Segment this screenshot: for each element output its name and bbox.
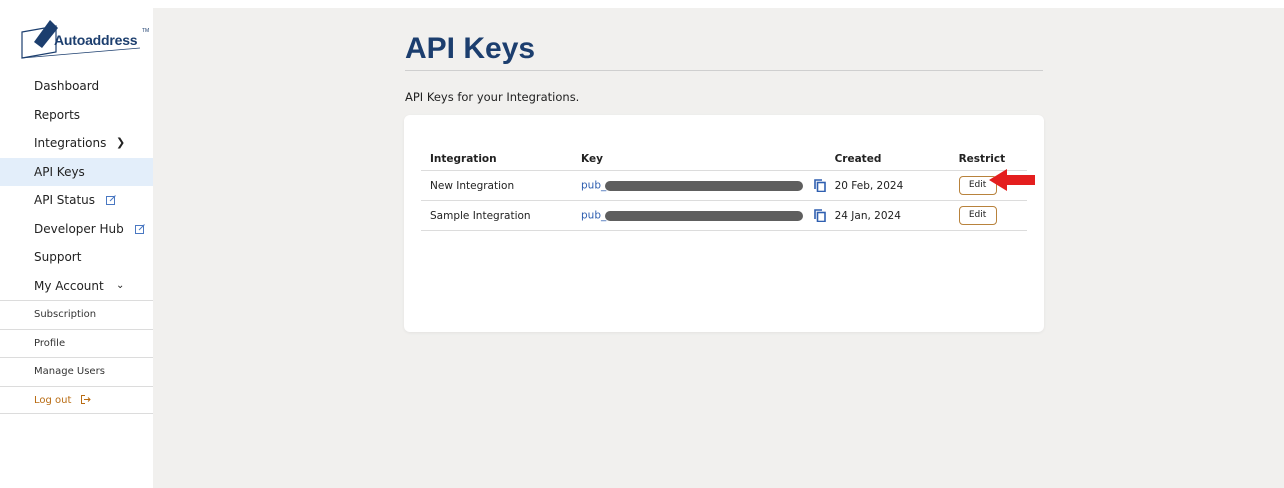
sidebar-item-label: API Status	[34, 193, 96, 207]
sidebar-item-my-account[interactable]: My Account ⌄	[0, 272, 153, 301]
api-key-masked	[605, 210, 804, 221]
page-subtitle: API Keys for your Integrations.	[405, 90, 580, 104]
sidebar-item-label: My Account	[34, 278, 104, 293]
chevron-right-icon: ❯	[116, 136, 126, 149]
external-link-icon	[134, 223, 145, 234]
api-key-cell: pub_	[572, 170, 826, 201]
api-key-cell: pub_	[572, 200, 826, 231]
api-key-prefix: pub_	[581, 179, 607, 192]
table-row: Sample Integration pub_ 24 Jan, 2024 Edi…	[421, 200, 1027, 231]
copy-icon[interactable]	[813, 179, 826, 192]
sidebar-item-reports[interactable]: Reports	[0, 101, 153, 130]
column-header-created: Created	[825, 148, 950, 171]
sidebar-item-label: Subscription	[34, 309, 97, 320]
api-keys-card: Integration Key Created Restrict New Int…	[404, 115, 1044, 332]
copy-icon[interactable]	[813, 209, 826, 222]
external-link-icon	[105, 195, 116, 205]
sidebar-item-developer-hub[interactable]: Developer Hub	[0, 215, 153, 244]
sidebar-item-dashboard[interactable]: Dashboard	[0, 72, 153, 101]
sidebar-item-api-keys[interactable]: API Keys	[0, 157, 153, 186]
sidebar-item-label: Support	[34, 250, 82, 264]
sidebar-item-label: Manage Users	[34, 366, 105, 377]
column-header-key: Key	[572, 148, 826, 171]
brand-name: Autoaddress	[54, 32, 138, 48]
sidebar: Autoaddress TM Dashboard Reports Integra…	[0, 0, 153, 488]
annotation-arrow-icon	[989, 169, 1035, 191]
sidebar-item-integrations[interactable]: Integrations ❯	[0, 129, 153, 158]
main-content: API Keys API Keys for your Integrations.…	[153, 8, 1284, 488]
sidebar-item-label: Profile	[34, 337, 66, 349]
title-divider	[405, 70, 1043, 71]
api-key-masked	[605, 180, 804, 191]
sidebar-item-profile[interactable]: Profile	[0, 328, 153, 358]
brand-trademark: TM	[142, 28, 150, 34]
column-header-integration: Integration	[421, 148, 572, 171]
sidebar-item-subscription[interactable]: Subscription	[0, 300, 153, 329]
sidebar-item-label: Dashboard	[34, 79, 100, 93]
sidebar-item-manage-users[interactable]: Manage Users	[0, 357, 153, 386]
page-title: API Keys	[405, 32, 536, 65]
edit-button[interactable]: Edit	[958, 206, 997, 225]
sidebar-item-api-status[interactable]: API Status	[0, 186, 153, 215]
table-row: New Integration pub_ 20 Feb, 2024 Edit	[421, 170, 1027, 201]
sidebar-item-label: Log out	[34, 394, 72, 406]
sidebar-item-support[interactable]: Support	[0, 243, 153, 272]
integration-name: New Integration	[421, 170, 572, 201]
created-date: 20 Feb, 2024	[825, 170, 950, 201]
restrict-cell: Edit	[949, 200, 1027, 231]
sidebar-nav: Dashboard Reports Integrations ❯ API Key…	[0, 72, 153, 414]
sidebar-item-log-out[interactable]: Log out	[0, 385, 153, 414]
chevron-down-icon: ⌄	[116, 279, 125, 291]
integration-name: Sample Integration	[421, 200, 572, 231]
api-key-prefix: pub_	[581, 209, 607, 222]
created-date: 24 Jan, 2024	[825, 200, 950, 231]
sidebar-item-label: API Keys	[34, 164, 85, 179]
logout-icon	[80, 394, 91, 404]
sidebar-item-label: Reports	[34, 107, 81, 122]
table-header-row: Integration Key Created Restrict	[421, 148, 1027, 171]
sidebar-item-label: Developer Hub	[34, 221, 124, 236]
sidebar-item-label: Integrations	[34, 136, 107, 150]
api-keys-table: Integration Key Created Restrict New Int…	[421, 148, 1027, 231]
